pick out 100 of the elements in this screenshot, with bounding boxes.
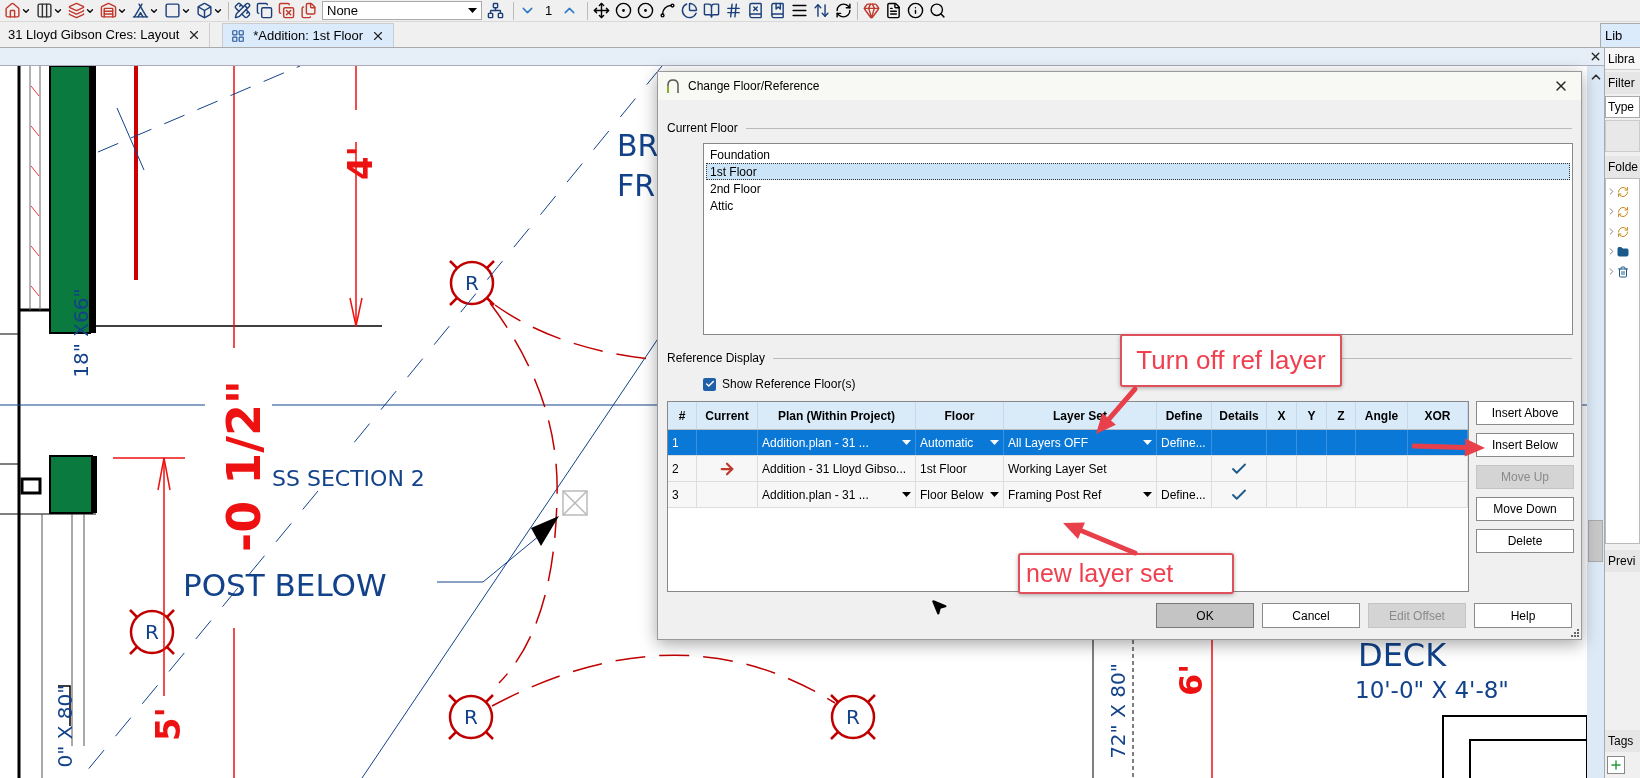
dropdown-caret-icon[interactable] xyxy=(1143,492,1152,497)
circle-dot-icon[interactable] xyxy=(615,2,633,19)
table-row[interactable]: 3 Addition.plan - 31 ... Floor Below Framing Post Ref Define... xyxy=(668,482,1468,508)
text-document-icon[interactable] xyxy=(885,2,903,19)
trash-icon[interactable] xyxy=(1617,265,1629,278)
move-icon[interactable] xyxy=(593,2,611,19)
table-row[interactable]: 1 Addition.plan - 31 ... Automatic All Layers OFF Define... xyxy=(668,430,1468,456)
row-number: 3 xyxy=(672,486,679,504)
folder-icon[interactable] xyxy=(1617,245,1629,258)
resize-grip-icon[interactable] xyxy=(1571,629,1579,637)
section-label: Current Floor xyxy=(667,120,738,137)
close-icon[interactable] xyxy=(1589,50,1602,63)
column-header[interactable]: Z xyxy=(1327,402,1356,429)
dropdown-caret-icon[interactable] xyxy=(990,492,999,497)
arc-icon xyxy=(666,79,680,93)
floor-list-item[interactable]: Attic xyxy=(706,197,1570,214)
column-header[interactable]: Y xyxy=(1297,402,1327,429)
plus-icon xyxy=(1609,758,1623,772)
define-link[interactable]: Define... xyxy=(1161,485,1206,504)
column-header[interactable]: Details xyxy=(1212,402,1267,429)
dialog-button[interactable]: Cancel xyxy=(1262,603,1360,628)
search-field[interactable]: Type xyxy=(1605,96,1640,118)
spline-icon[interactable] xyxy=(659,2,677,19)
table-action-button[interactable]: Move Down xyxy=(1476,497,1574,521)
column-header[interactable]: Floor xyxy=(916,402,1004,429)
house-icon[interactable] xyxy=(4,2,21,19)
table-action-button[interactable]: Delete xyxy=(1476,529,1574,553)
square-icon[interactable] xyxy=(164,2,181,19)
cube-icon[interactable] xyxy=(196,2,213,19)
column-header[interactable]: Plan (Within Project) xyxy=(758,402,916,429)
column-header[interactable]: # xyxy=(668,402,697,429)
floor-list-item[interactable]: 1st Floor xyxy=(706,163,1570,180)
mouse-cursor-icon xyxy=(930,598,948,616)
gem-icon[interactable] xyxy=(863,2,881,19)
warehouse-icon[interactable] xyxy=(100,2,117,19)
drawing-label: FR xyxy=(617,168,656,203)
section-label: SS SECTION 2 xyxy=(272,466,425,491)
dimension-label: -0 1/2" xyxy=(217,380,271,552)
panel-title: Libra xyxy=(1605,48,1640,70)
post-label: POST BELOW xyxy=(183,567,387,603)
tent-icon[interactable] xyxy=(132,2,149,19)
column-header[interactable]: XOR xyxy=(1408,402,1468,429)
callout: Turn off ref layer xyxy=(1120,334,1342,387)
floor-list-item[interactable]: 2nd Floor xyxy=(706,180,1570,197)
dialog-title: Change Floor/Reference xyxy=(688,78,820,95)
layers-icon[interactable] xyxy=(68,2,85,19)
floor-cell[interactable]: Floor Below xyxy=(916,482,1004,507)
pencil-ruler-icon[interactable] xyxy=(234,2,251,19)
layer-set-cell[interactable]: Framing Post Ref xyxy=(1004,482,1157,507)
table-row[interactable]: 2 Addition - 31 Lloyd Gibso... 1st Floor Working Layer Set xyxy=(668,456,1468,482)
table-action-button[interactable]: Insert Below xyxy=(1476,433,1574,457)
drawing-label: BR xyxy=(617,128,659,163)
hash-icon[interactable] xyxy=(725,2,743,19)
column-header[interactable]: Current xyxy=(697,402,758,429)
panel-label: Tags xyxy=(1605,730,1640,752)
columns-icon[interactable] xyxy=(36,2,53,19)
files-icon[interactable] xyxy=(300,2,317,19)
document-tab[interactable]: *Addition: 1st Floor xyxy=(222,23,395,47)
dialog-button[interactable]: Help xyxy=(1474,603,1572,628)
lines-icon[interactable] xyxy=(791,2,809,19)
copy-icon[interactable] xyxy=(256,2,273,19)
copy-x-icon[interactable] xyxy=(278,2,295,19)
add-tag-button[interactable] xyxy=(1607,756,1625,774)
floor-cell[interactable]: Automatic xyxy=(916,430,1004,455)
scrollbar-thumb[interactable] xyxy=(1588,520,1603,562)
circle-dot-icon[interactable] xyxy=(637,2,655,19)
checkbox-label: Show Reference Floor(s) xyxy=(722,376,856,393)
dialog-button[interactable]: OK xyxy=(1156,603,1254,628)
checkbox[interactable] xyxy=(703,377,716,391)
network-icon[interactable] xyxy=(487,2,504,19)
arrow-up-down-icon[interactable] xyxy=(813,2,831,19)
pie-icon[interactable] xyxy=(681,2,699,19)
layer-set-cell[interactable]: Working Layer Set xyxy=(1004,456,1157,481)
window-size-label: 18" X66" xyxy=(69,288,93,378)
scrollbar[interactable] xyxy=(1587,66,1604,778)
library-tab[interactable]: Lib xyxy=(1600,23,1640,47)
refresh-icon[interactable] xyxy=(835,2,853,19)
plan-cell[interactable]: Addition.plan - 31 ... xyxy=(758,482,916,507)
plan-cell[interactable]: Addition - 31 Lloyd Gibso... xyxy=(758,456,916,481)
table-action-button[interactable]: Insert Above xyxy=(1476,401,1574,425)
panel-label: Folde xyxy=(1605,156,1640,178)
column-header[interactable]: Define xyxy=(1157,402,1212,429)
book-icon[interactable] xyxy=(703,2,721,19)
floor-list-item[interactable]: Foundation xyxy=(706,146,1570,163)
search-icon[interactable] xyxy=(929,2,947,19)
floor-cell[interactable]: 1st Floor xyxy=(916,456,1004,481)
info-icon[interactable] xyxy=(907,2,925,19)
row-number: 1 xyxy=(672,434,679,452)
book-x-icon[interactable] xyxy=(747,2,765,19)
floor-number: 1 xyxy=(544,1,554,20)
column-header[interactable]: X xyxy=(1267,402,1297,429)
define-link[interactable]: Define... xyxy=(1161,433,1206,452)
book-marked-icon[interactable] xyxy=(769,2,787,19)
callout: new layer set xyxy=(1018,553,1234,594)
layer-set-dropdown[interactable]: None xyxy=(322,1,482,20)
dimension-label: 6' xyxy=(1172,663,1210,697)
plan-cell[interactable]: Addition.plan - 31 ... xyxy=(758,430,916,455)
panel-label: Filter xyxy=(1605,72,1640,94)
dropdown-caret-icon[interactable] xyxy=(902,492,911,497)
column-header[interactable]: Angle xyxy=(1356,402,1408,429)
